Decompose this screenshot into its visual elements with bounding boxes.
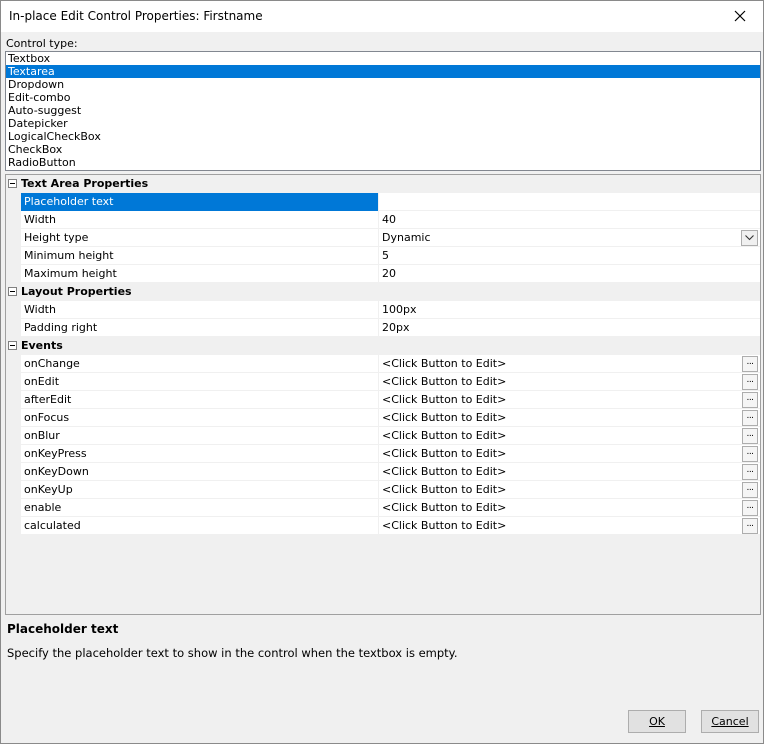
prop-value-input[interactable]: 100px	[380, 301, 760, 319]
prop-row-onedit[interactable]: onEdit <Click Button to Edit> ...	[6, 373, 760, 391]
prop-name: Minimum height	[21, 247, 379, 265]
ok-button-label: OK	[649, 715, 665, 728]
edit-event-button[interactable]: ...	[742, 392, 758, 408]
list-item-textarea[interactable]: Textarea	[6, 65, 760, 78]
prop-name: onEdit	[21, 373, 379, 391]
prop-row-onblur[interactable]: onBlur <Click Button to Edit> ...	[6, 427, 760, 445]
prop-name: onKeyPress	[21, 445, 379, 463]
category-layout-properties: Layout Properties	[6, 283, 760, 301]
prop-value-input[interactable]: 20px	[380, 319, 760, 337]
prop-name: Height type	[21, 229, 379, 247]
prop-name: Width	[21, 301, 379, 319]
edit-event-button[interactable]: ...	[742, 356, 758, 372]
category-events: Events	[6, 337, 760, 355]
prop-value-input[interactable]: 5	[380, 247, 760, 265]
prop-row-height-type[interactable]: Height type Dynamic	[6, 229, 760, 247]
prop-row-enable[interactable]: enable <Click Button to Edit> ...	[6, 499, 760, 517]
cancel-button[interactable]: Cancel	[701, 710, 759, 733]
prop-row-padding-right[interactable]: Padding right 20px	[6, 319, 760, 337]
window-title: In-place Edit Control Properties: Firstn…	[9, 9, 263, 23]
prop-row-minimum-height[interactable]: Minimum height 5	[6, 247, 760, 265]
prop-name: Padding right	[21, 319, 379, 337]
category-label: Events	[21, 339, 63, 352]
edit-event-button[interactable]: ...	[742, 482, 758, 498]
prop-row-placeholder-text[interactable]: Placeholder text	[6, 193, 760, 211]
prop-row-layout-width[interactable]: Width 100px	[6, 301, 760, 319]
category-label: Layout Properties	[21, 285, 132, 298]
prop-value-text: <Click Button to Edit>	[382, 465, 507, 478]
prop-row-onkeydown[interactable]: onKeyDown <Click Button to Edit> ...	[6, 463, 760, 481]
prop-row-onkeyup[interactable]: onKeyUp <Click Button to Edit> ...	[6, 481, 760, 499]
prop-value-text: <Click Button to Edit>	[382, 501, 507, 514]
edit-event-button[interactable]: ...	[742, 500, 758, 516]
category-label: Text Area Properties	[21, 177, 149, 190]
help-title: Placeholder text	[7, 622, 119, 636]
prop-name: onBlur	[21, 427, 379, 445]
prop-value-text: <Click Button to Edit>	[382, 519, 507, 532]
prop-value-text: <Click Button to Edit>	[382, 411, 507, 424]
property-grid: Text Area Properties Placeholder text Wi…	[5, 174, 761, 615]
prop-row-onkeypress[interactable]: onKeyPress <Click Button to Edit> ...	[6, 445, 760, 463]
chevron-down-icon	[745, 235, 754, 241]
list-item-edit-combo[interactable]: Edit-combo	[6, 91, 760, 104]
help-description: Specify the placeholder text to show in …	[7, 646, 458, 660]
prop-value-text: <Click Button to Edit>	[382, 483, 507, 496]
prop-row-maximum-height[interactable]: Maximum height 20	[6, 265, 760, 283]
prop-name: enable	[21, 499, 379, 517]
close-icon	[734, 10, 746, 22]
edit-event-button[interactable]: ...	[742, 518, 758, 534]
prop-row-calculated[interactable]: calculated <Click Button to Edit> ...	[6, 517, 760, 535]
list-item-checkbox[interactable]: CheckBox	[6, 143, 760, 156]
cancel-button-label: Cancel	[711, 715, 749, 728]
property-grid-rows: Text Area Properties Placeholder text Wi…	[6, 175, 760, 535]
prop-value-select[interactable]: Dynamic	[380, 229, 760, 247]
prop-name: calculated	[21, 517, 379, 535]
prop-row-onchange[interactable]: onChange <Click Button to Edit> ...	[6, 355, 760, 373]
prop-value-text: <Click Button to Edit>	[382, 357, 507, 370]
list-item-logicalcheckbox[interactable]: LogicalCheckBox	[6, 130, 760, 143]
collapse-icon[interactable]	[8, 179, 17, 188]
prop-name: Placeholder text	[21, 193, 379, 211]
prop-row-width[interactable]: Width 40	[6, 211, 760, 229]
control-type-label: Control type:	[6, 37, 78, 50]
dropdown-button[interactable]	[741, 230, 758, 246]
title-bar: In-place Edit Control Properties: Firstn…	[1, 1, 763, 32]
edit-event-button[interactable]: ...	[742, 374, 758, 390]
list-item-textbox[interactable]: Textbox	[6, 52, 760, 65]
prop-name: onFocus	[21, 409, 379, 427]
prop-value-input[interactable]	[380, 193, 760, 211]
prop-name: afterEdit	[21, 391, 379, 409]
edit-event-button[interactable]: ...	[742, 464, 758, 480]
prop-name: Width	[21, 211, 379, 229]
list-item-datepicker[interactable]: Datepicker	[6, 117, 760, 130]
prop-value-input[interactable]: 20	[380, 265, 760, 283]
prop-value-text: <Click Button to Edit>	[382, 447, 507, 460]
control-type-listbox[interactable]: Textbox Textarea Dropdown Edit-combo Aut…	[5, 51, 761, 171]
prop-row-onfocus[interactable]: onFocus <Click Button to Edit> ...	[6, 409, 760, 427]
edit-event-button[interactable]: ...	[742, 428, 758, 444]
edit-event-button[interactable]: ...	[742, 446, 758, 462]
prop-value-text: <Click Button to Edit>	[382, 375, 507, 388]
prop-name: onKeyUp	[21, 481, 379, 499]
category-text-area-properties: Text Area Properties	[6, 175, 760, 193]
dialog-window: In-place Edit Control Properties: Firstn…	[0, 0, 764, 744]
ok-button[interactable]: OK	[628, 710, 686, 733]
edit-event-button[interactable]: ...	[742, 410, 758, 426]
prop-value-text: <Click Button to Edit>	[382, 393, 507, 406]
prop-name: Maximum height	[21, 265, 379, 283]
prop-name: onKeyDown	[21, 463, 379, 481]
prop-value-input[interactable]: 40	[380, 211, 760, 229]
list-item-auto-suggest[interactable]: Auto-suggest	[6, 104, 760, 117]
collapse-icon[interactable]	[8, 341, 17, 350]
prop-value-text: Dynamic	[382, 231, 431, 244]
prop-value-text: <Click Button to Edit>	[382, 429, 507, 442]
close-button[interactable]	[717, 1, 763, 31]
collapse-icon[interactable]	[8, 287, 17, 296]
list-item-dropdown[interactable]: Dropdown	[6, 78, 760, 91]
prop-row-afteredit[interactable]: afterEdit <Click Button to Edit> ...	[6, 391, 760, 409]
list-item-radiobutton[interactable]: RadioButton	[6, 156, 760, 169]
prop-name: onChange	[21, 355, 379, 373]
